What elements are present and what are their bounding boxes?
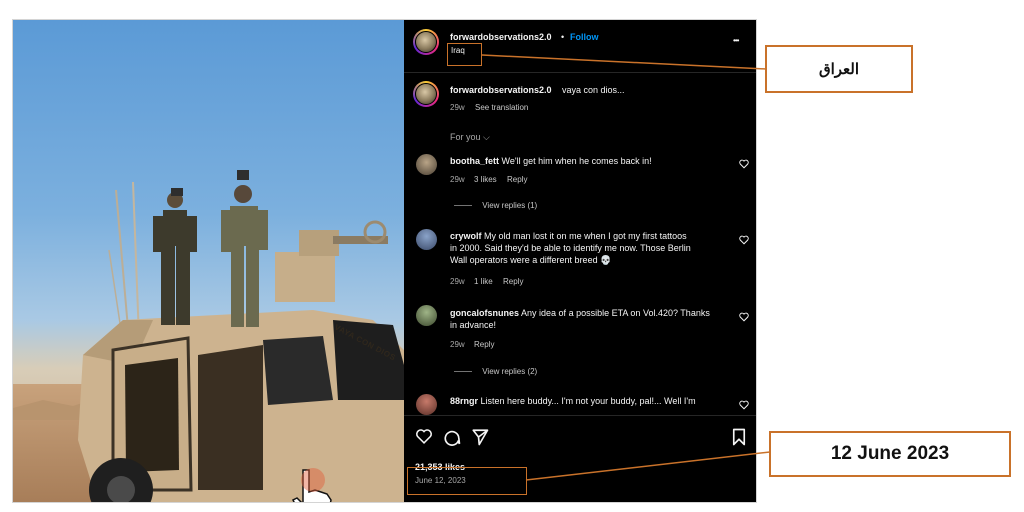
comment-body: We'll get him when he comes back in!	[501, 156, 652, 166]
comment-text: bootha_fett We'll get him when he comes …	[450, 156, 652, 166]
date-callout-text: 12 June 2023	[830, 443, 950, 464]
comment-text: goncalofsnunes Any idea of a possible ET…	[450, 307, 710, 331]
view-replies-link[interactable]: View replies (2)	[454, 367, 537, 376]
caption-text: vaya con dios...	[562, 85, 625, 95]
comment-avatar[interactable]	[416, 394, 437, 415]
comment-age: 29w	[450, 277, 465, 286]
comment-username[interactable]: crywolf	[450, 231, 482, 241]
for-you-label: For you	[450, 132, 481, 142]
view-replies-link[interactable]: View replies (1)	[454, 201, 537, 210]
comment-body-line: in advance!	[450, 320, 497, 330]
separator-dot: •	[561, 32, 565, 42]
reply-button[interactable]: Reply	[507, 175, 527, 184]
comment-body-line: My old man lost it on me when I got my f…	[484, 231, 687, 241]
location-highlight-box	[447, 43, 482, 66]
comment-age: 29w	[450, 175, 465, 184]
caption-age: 29w	[450, 103, 465, 112]
more-options-icon[interactable]: •••	[733, 36, 739, 45]
comments-panel: forwardobservations2.0 • Follow Iraq •••…	[404, 20, 756, 502]
comment-body-line: Wall operators were a different breed 💀	[450, 255, 612, 265]
caption-username[interactable]: forwardobservations2.0	[450, 85, 552, 95]
view-replies-label: View replies (1)	[482, 201, 538, 210]
comment-body-line: Any idea of a possible ETA on Vol.420? T…	[521, 308, 710, 318]
like-comment-heart-icon[interactable]	[739, 159, 749, 169]
screenshot-canvas: VAYA CON DIOS forwardobservations2.0 • F…	[0, 0, 1024, 512]
like-comment-heart-icon[interactable]	[739, 235, 749, 245]
military-vehicle-illustration	[13, 170, 404, 502]
comment-avatar[interactable]	[416, 305, 437, 326]
header-divider	[404, 72, 756, 73]
comment-likes[interactable]: 3 likes	[474, 175, 497, 184]
see-translation-link[interactable]: See translation	[475, 103, 528, 112]
comment-username[interactable]: 88rngr	[450, 396, 478, 406]
comment-age: 29w	[450, 340, 465, 349]
follow-button[interactable]: Follow	[570, 32, 599, 42]
comment-username[interactable]: goncalofsnunes	[450, 308, 519, 318]
comment-bubble-icon[interactable]	[443, 428, 461, 446]
chevron-down-icon: ⌵	[483, 132, 490, 142]
instagram-post: VAYA CON DIOS forwardobservations2.0 • F…	[12, 19, 757, 503]
view-replies-label: View replies (2)	[482, 367, 538, 376]
reply-button[interactable]: Reply	[503, 277, 523, 286]
for-you-filter[interactable]: For you ⌵	[450, 132, 490, 143]
location-translation-text: العراق	[818, 61, 860, 78]
comment-body: Listen here buddy... I'm not your buddy,…	[480, 396, 696, 406]
author-avatar[interactable]	[413, 29, 439, 55]
author-username[interactable]: forwardobservations2.0	[450, 32, 552, 42]
share-send-icon[interactable]	[471, 428, 489, 446]
comment-avatar[interactable]	[416, 229, 437, 250]
bookmark-icon[interactable]	[731, 428, 747, 446]
like-comment-heart-icon[interactable]	[739, 312, 749, 322]
comment-username[interactable]: bootha_fett	[450, 156, 499, 166]
comment-avatar[interactable]	[416, 154, 437, 175]
comment-text: 88rngr Listen here buddy... I'm not your…	[450, 396, 696, 406]
caption-avatar[interactable]	[413, 81, 439, 107]
comment-likes[interactable]: 1 like	[474, 277, 493, 286]
post-photo[interactable]: VAYA CON DIOS	[13, 20, 404, 502]
location-translation-callout: العراق	[765, 45, 913, 93]
comment-body-line: in 2000. Said they'd be able to identify…	[450, 243, 691, 253]
like-comment-heart-icon[interactable]	[739, 400, 749, 410]
comment-text: crywolf My old man lost it on me when I …	[450, 230, 691, 266]
reply-button[interactable]: Reply	[474, 340, 494, 349]
like-heart-icon[interactable]	[415, 428, 433, 445]
date-callout: 12 June 2023	[769, 431, 1011, 477]
date-highlight-box	[407, 467, 527, 495]
